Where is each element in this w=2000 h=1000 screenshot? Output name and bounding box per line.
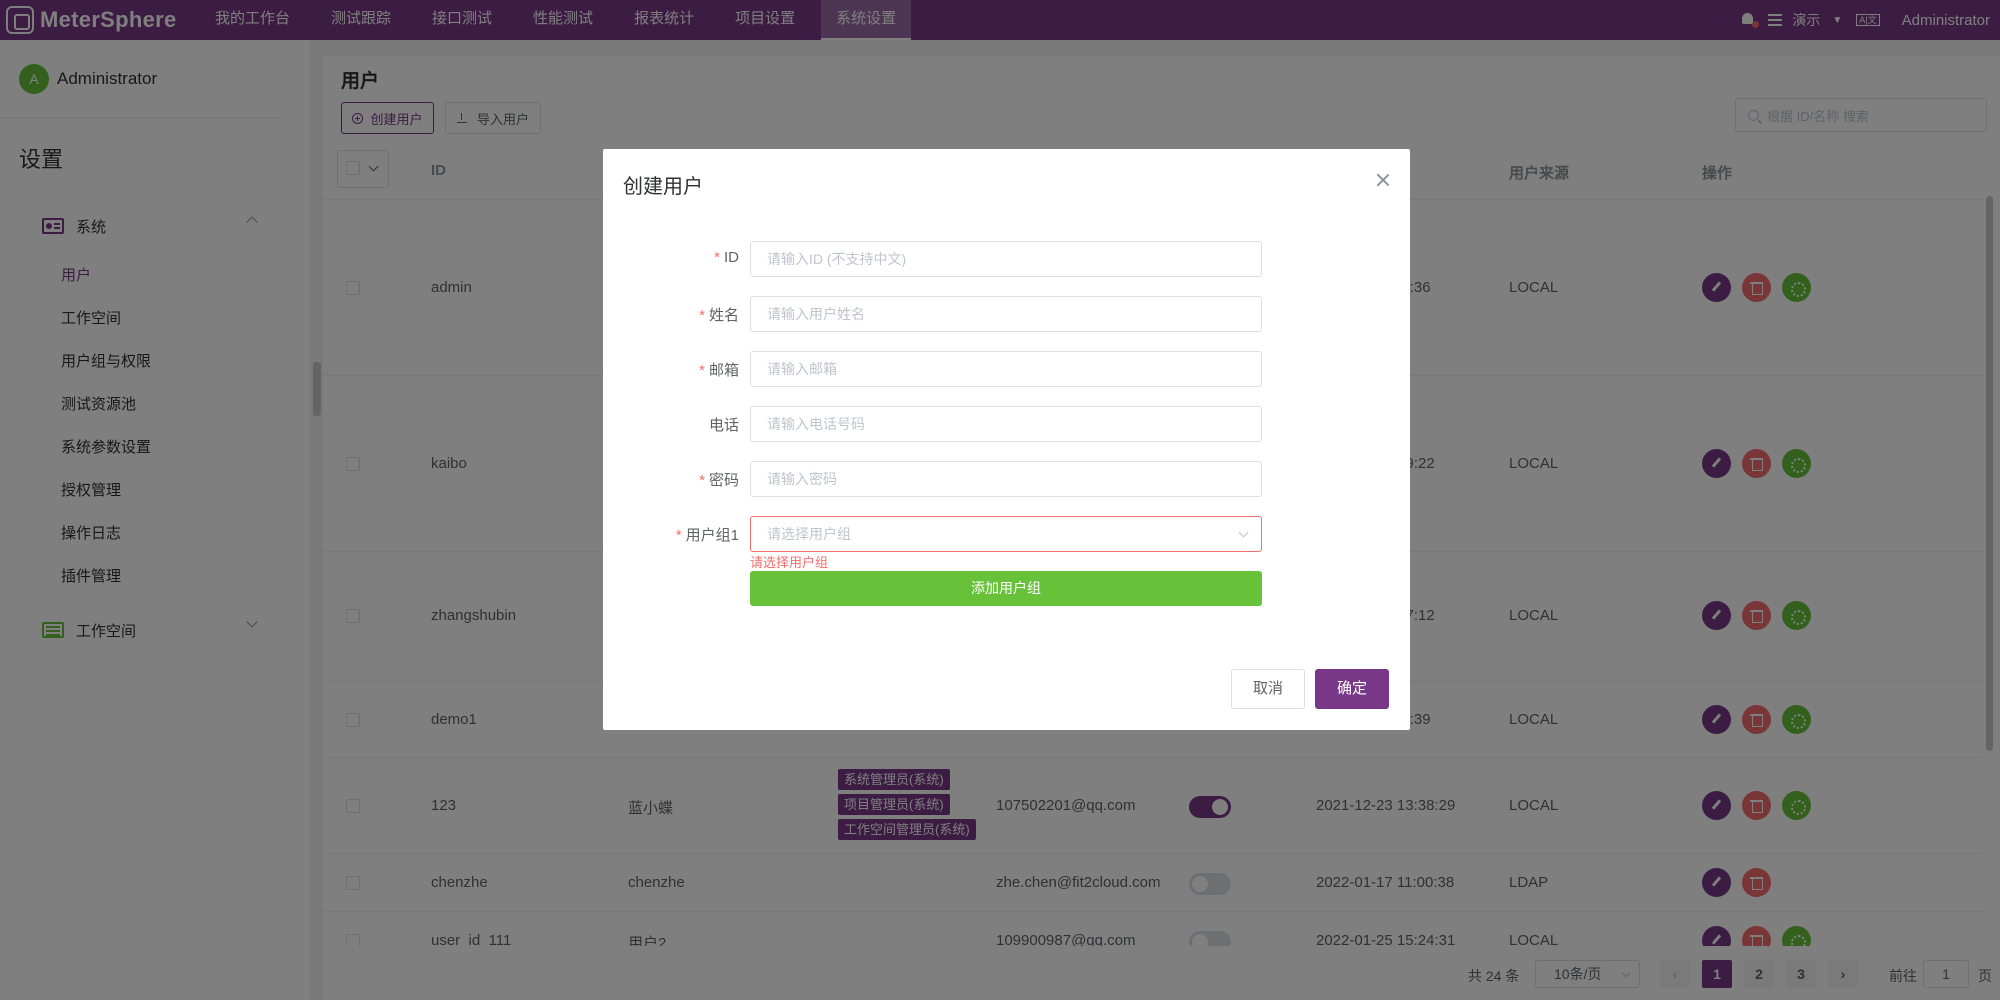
required-mark: * (675, 527, 682, 544)
required-mark: * (699, 472, 705, 489)
dialog-title: 创建用户 (623, 176, 703, 198)
required-mark: * (714, 249, 720, 266)
field-label-text: ID (724, 249, 739, 266)
field-label-text: 邮箱 (708, 362, 739, 379)
user-group-placeholder: 请选择用户组 (767, 526, 851, 542)
id-input[interactable]: 请输入ID (不支持中文) (750, 241, 1262, 277)
form-item-email: * 邮箱 请输入邮箱 (603, 351, 1410, 387)
email-input[interactable]: 请输入邮箱 (750, 351, 1262, 387)
form-item-user-group: * 用户组1 请选择用户组 (603, 516, 1410, 552)
chevron-down-icon (1238, 527, 1249, 538)
field-label: * 用户组1 (676, 524, 739, 545)
field-label: * 姓名 (699, 304, 739, 325)
field-label: * 密码 (699, 469, 739, 490)
field-label: * ID (714, 249, 739, 266)
name-input[interactable]: 请输入用户姓名 (750, 296, 1262, 332)
cancel-button[interactable]: 取消 (1231, 669, 1305, 709)
field-label-text: 密码 (708, 472, 739, 489)
form-item-password: * 密码 请输入密码 (603, 461, 1410, 497)
app-root: MeterSphere 我的工作台 测试跟踪 接口测试 性能测试 报表统计 项目… (0, 0, 2000, 1000)
form-item-phone: 电话 请输入电话号码 (603, 406, 1410, 442)
password-input[interactable]: 请输入密码 (750, 461, 1262, 497)
confirm-button[interactable]: 确定 (1315, 669, 1389, 709)
field-label: 电话 (709, 414, 739, 435)
form-item-id: * ID 请输入ID (不支持中文) (603, 241, 1410, 277)
field-label: * 邮箱 (699, 359, 739, 380)
form-item-name: * 姓名 请输入用户姓名 (603, 296, 1410, 332)
field-label-text: 用户组1 (685, 527, 739, 544)
add-user-group-button[interactable]: 添加用户组 (750, 571, 1262, 606)
phone-input[interactable]: 请输入电话号码 (750, 406, 1262, 442)
user-group-error: 请选择用户组 (750, 555, 829, 570)
close-icon[interactable] (1375, 172, 1391, 188)
required-mark: * (699, 307, 705, 324)
field-label-text: 姓名 (708, 307, 739, 324)
user-group-select[interactable]: 请选择用户组 (750, 516, 1262, 552)
create-user-dialog: 创建用户 * ID 请输入ID (不支持中文) * 姓名 请输入用户姓名 * 邮箱 请… (603, 149, 1410, 730)
field-label-text: 电话 (708, 417, 739, 434)
required-mark: * (699, 362, 705, 379)
